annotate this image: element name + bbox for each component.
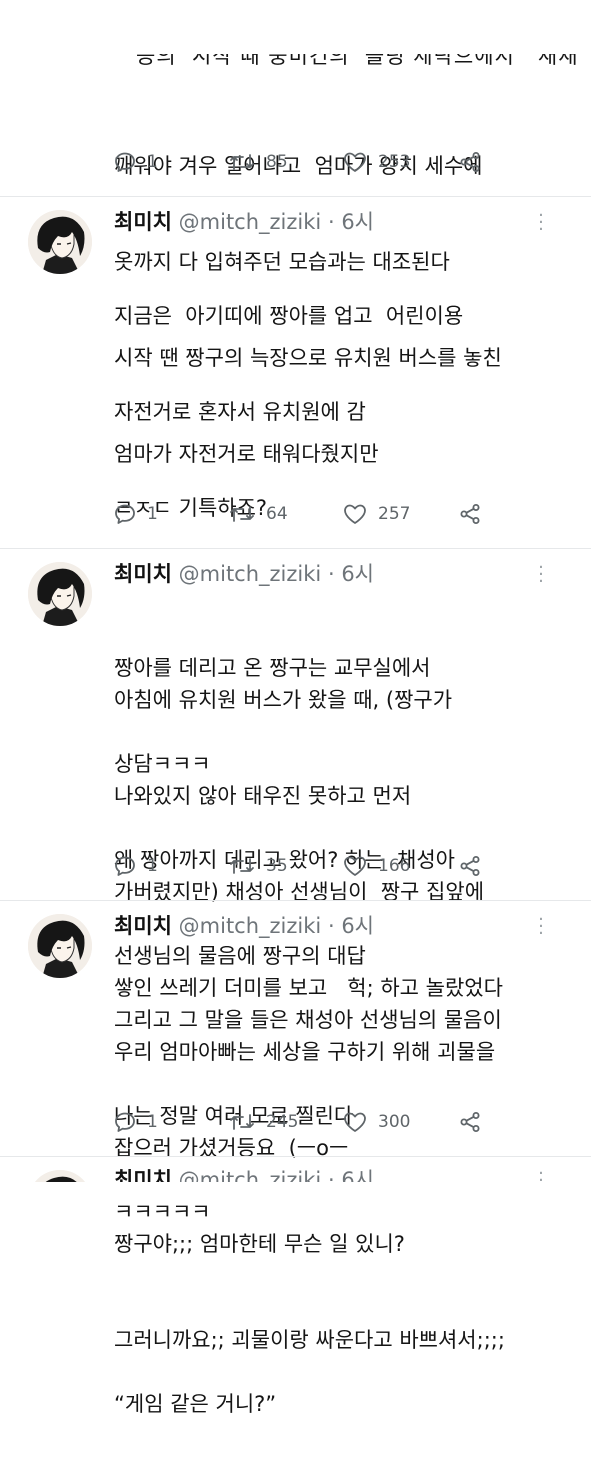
avatar-illustration [28,1170,92,1182]
user-handle[interactable]: @mitch_ziziki [179,1168,322,1182]
reply-icon [115,504,135,524]
reply-count: 1 [147,504,158,524]
user-handle[interactable]: @mitch_ziziki [179,210,322,234]
avatar-illustration [28,914,92,978]
tweet-text-line: 짱아를 데리고 온 짱구는 교무실에서 [114,656,431,680]
tweet-text-line: “게임 같은 거니?” [114,1392,277,1416]
reply-button[interactable]: 1 [113,150,158,174]
tweet-text-line: 지금은 아기띠에 짱아를 업고 어린이용 [114,304,464,328]
tweet[interactable]: 최미치 @mitch_ziziki · 6시 · · · 짱아를 데리고 온 짱구는… [0,548,591,1352]
separator-dot: · [327,210,335,234]
tweet-actions: 1 85 253 [0,150,591,180]
reply-count: 1 [147,1112,158,1132]
timestamp[interactable]: 6시 [341,1168,374,1182]
separator-dot: · [327,1168,335,1182]
heart-icon [344,1112,366,1132]
more-vertical-icon[interactable]: ··· [536,207,546,239]
tweet[interactable]: 최미치 @mitch_ziziki · 6시 ··· [0,1156,591,1182]
retweet-icon [230,154,254,170]
timestamp[interactable]: 6시 [341,210,374,234]
user-handle[interactable]: @mitch_ziziki [179,562,322,586]
share-button[interactable] [458,150,482,174]
tweet-text-line: 자전거로 혼자서 유치원에 감 [114,400,366,424]
like-button[interactable]: 253 [342,150,410,174]
timestamp[interactable]: 6시 [341,562,374,586]
tweet-text-partial-line: 증의 시작 때 중비건의 볼링 세탁으에서 새재 [136,54,579,68]
tweet-text-line: ㅋㅋㅋㅋㅋ [114,1200,211,1224]
tweet[interactable]: 최미치 @mitch_ziziki · 6시 · · · 그리고 그 말을 들은 채… [0,900,591,1416]
share-icon [460,1112,480,1132]
retweet-button[interactable]: 85 [228,150,288,174]
like-count: 166 [378,856,411,876]
share-icon [460,504,480,524]
retweet-count: 35 [266,856,288,876]
tweet-text: 그리고 그 말을 들은 채성아 선생님의 물음이 나는 정말 여러 모로 찔린다… [114,940,584,1484]
tweet-header: 최미치 @mitch_ziziki · 6시 [114,558,374,588]
tweet-actions: 1 64 257 [0,502,591,532]
tweet-text-line [114,1292,584,1324]
tweet-actions: 1 35 166 [0,854,591,884]
retweet-button[interactable]: 35 [228,854,288,878]
like-count: 257 [378,504,411,524]
avatar[interactable] [28,562,92,626]
display-name[interactable]: 최미치 [114,1168,172,1182]
avatar[interactable] [28,914,92,978]
reply-count: 1 [147,856,158,876]
retweet-count: 85 [266,152,288,172]
avatar[interactable] [28,210,92,274]
reply-button[interactable]: 1 [113,1110,158,1134]
more-vertical-icon[interactable]: ··· [536,911,546,943]
retweet-button[interactable]: 245 [228,1110,298,1134]
share-button[interactable] [458,502,482,526]
timestamp[interactable]: 6시 [341,914,374,938]
retweet-icon [230,1114,254,1130]
retweet-count: 64 [266,504,288,524]
separator-dot: · [327,914,335,938]
more-vertical-icon[interactable]: ··· [536,1165,546,1183]
heart-icon [344,504,366,524]
retweet-icon [230,506,254,522]
retweet-button[interactable]: 64 [228,502,288,526]
share-icon [460,856,480,876]
tweet-header: 최미치 @mitch_ziziki · 6시 [114,206,374,236]
tweet-header: 최미치 @mitch_ziziki · 6시 [114,1164,374,1182]
display-name[interactable]: 최미치 [114,562,172,586]
reply-icon [115,1112,135,1132]
avatar-illustration [28,210,92,274]
avatar-illustration [28,562,92,626]
reply-icon [115,152,135,172]
like-button[interactable]: 257 [342,502,410,526]
more-vertical-icon[interactable]: ··· [536,559,546,591]
tweet[interactable]: 최미치 @mitch_ziziki · 6시 · · · 지금은 아기띠에 짱아를 … [0,196,591,1000]
user-handle[interactable]: @mitch_ziziki [179,914,322,938]
separator-dot: · [327,562,335,586]
reply-count: 1 [147,152,158,172]
display-name[interactable]: 최미치 [114,210,172,234]
like-count: 253 [378,152,411,172]
tweet-text-line: 그리고 그 말을 들은 채성아 선생님의 물음이 [114,1008,502,1032]
heart-icon [344,856,366,876]
like-button[interactable]: 166 [342,854,410,878]
retweet-count: 245 [266,1112,299,1132]
retweet-icon [230,858,254,874]
reply-button[interactable]: 1 [113,854,158,878]
share-icon [460,152,480,172]
like-count: 300 [378,1112,411,1132]
reply-icon [115,856,135,876]
like-button[interactable]: 300 [342,1110,410,1134]
tweet[interactable]: 증의 시작 때 중비건의 볼링 세탁으에서 새재 깨워야 겨우 일어나고 엄마가… [0,0,591,466]
display-name[interactable]: 최미치 [114,914,172,938]
tweet-text-line: 상담ㅋㅋㅋ [114,752,211,776]
tweet-actions: 1 245 300 [0,1110,591,1140]
tweet-header: 최미치 @mitch_ziziki · 6시 [114,910,374,940]
share-button[interactable] [458,1110,482,1134]
heart-icon [344,152,366,172]
reply-button[interactable]: 1 [113,502,158,526]
avatar[interactable] [28,1170,92,1182]
share-button[interactable] [458,854,482,878]
